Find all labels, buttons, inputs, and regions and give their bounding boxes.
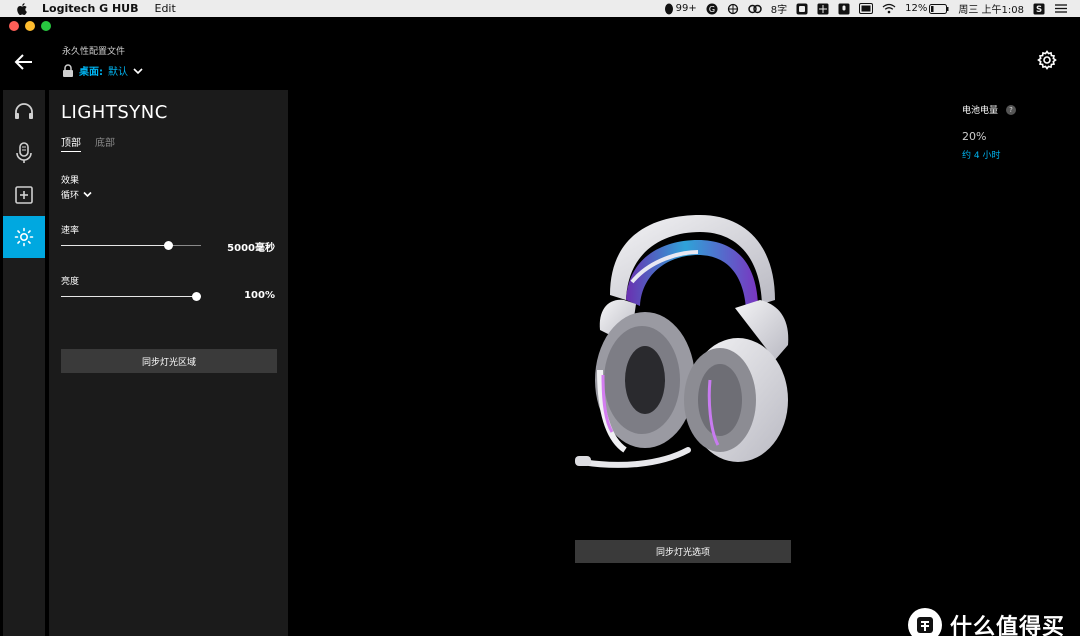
battery-level-label: 电池电量 ? [962, 103, 1017, 116]
speed-label: 速率 [61, 226, 80, 236]
brightness-label: 亮度 [61, 277, 80, 287]
effect-label: 效果 [61, 176, 80, 186]
tab-bottom[interactable]: 底部 [95, 134, 115, 149]
qq-count: 99+ [675, 3, 697, 14]
watermark-text: 什么值得买 [950, 615, 1066, 636]
watermark-logo [908, 608, 942, 636]
gear-icon[interactable] [1037, 50, 1057, 70]
search-icon[interactable]: S [1033, 3, 1045, 15]
sun-light-icon [14, 227, 34, 247]
rail-item-microphone[interactable] [3, 132, 45, 174]
creative-cloud-icon[interactable] [748, 3, 762, 15]
display-icon[interactable] [859, 3, 874, 14]
brightness-slider[interactable] [61, 292, 202, 301]
profile-caption: 永久性配置文件 [62, 47, 126, 57]
rail-item-audio[interactable] [3, 90, 45, 132]
headset-image [575, 215, 789, 468]
brightness-value: 100% [244, 290, 275, 301]
microphone-icon [16, 142, 32, 163]
battery-remaining: 约 4 小时 [962, 151, 1001, 161]
speed-value: 5000毫秒 [227, 243, 275, 254]
sync-lighting-options-button[interactable]: 同步灯光选项 [575, 540, 791, 563]
rail-item-lightsync[interactable] [3, 216, 45, 258]
sync-zone-button[interactable]: 同步灯光区域 [61, 349, 277, 373]
clock[interactable]: 周三 上午1:08 [958, 1, 1024, 16]
input-status[interactable]: 8字 [771, 1, 787, 16]
effect-dropdown[interactable]: 循环 [61, 188, 92, 201]
battery-percent-value: 20% [962, 130, 987, 143]
battery-status-item[interactable]: 12% [905, 3, 949, 14]
battery-percent: 12% [905, 3, 928, 14]
grid-app-icon[interactable] [817, 3, 829, 15]
qq-penguin-icon [664, 3, 673, 14]
profile-name: 默认 [108, 67, 128, 78]
brightness-slider-knob[interactable] [192, 292, 202, 301]
add-square-icon [15, 186, 33, 204]
profile-selector[interactable]: 桌面: 默认 [62, 63, 143, 78]
speed-slider[interactable] [61, 241, 201, 250]
svg-text:G: G [709, 5, 715, 14]
close-window-button[interactable] [9, 21, 19, 31]
profile-prefix: 桌面: [79, 67, 103, 78]
app-window: 永久性配置文件 桌面: 默认 LIGHTSYNC 顶部 底部 效果 循环 速率 … [0, 17, 1080, 636]
lock-icon [63, 64, 73, 77]
chevron-down-icon [83, 191, 92, 198]
back-arrow-icon[interactable] [14, 53, 34, 71]
window-controls [9, 21, 51, 31]
battery-label-text: 电池电量 [962, 106, 999, 116]
network-icon[interactable] [727, 3, 739, 15]
qq-status-item[interactable]: 99+ [664, 3, 697, 15]
wifi-icon[interactable] [882, 3, 896, 14]
rail-item-assignments[interactable] [3, 174, 45, 216]
help-icon[interactable]: ? [1006, 104, 1017, 115]
square-app-icon[interactable] [796, 3, 808, 15]
panel-title: LIGHTSYNC [61, 102, 168, 123]
headphones-icon [15, 103, 33, 119]
app-menu-title[interactable]: Logitech G HUB [42, 2, 139, 15]
menu-bar: Logitech G HUB Edit 99+ G 8字 12% 周三 上午1:… [0, 0, 1080, 17]
tab-top[interactable]: 顶部 [61, 134, 81, 152]
apple-icon[interactable] [16, 2, 28, 15]
minimize-window-button[interactable] [25, 21, 35, 31]
lightsync-panel: LIGHTSYNC 顶部 底部 效果 循环 速率 5000毫秒 亮度 100% … [49, 90, 288, 636]
watermark: 什么值得买 [908, 608, 1065, 636]
speed-slider-fill [61, 245, 169, 246]
zoom-window-button[interactable] [41, 21, 51, 31]
speed-slider-knob[interactable] [164, 241, 174, 250]
battery-icon [929, 3, 949, 14]
device-feature-rail [3, 90, 45, 636]
watermark-logo-glyph [917, 617, 933, 633]
brightness-slider-fill [61, 296, 197, 297]
effect-value: 循环 [61, 191, 80, 201]
chevron-down-icon [133, 67, 143, 74]
mic-app-icon[interactable] [838, 3, 850, 15]
svg-text:S: S [1036, 5, 1042, 15]
control-center-icon[interactable] [1054, 3, 1068, 14]
edit-menu[interactable]: Edit [155, 2, 176, 15]
g-circle-icon[interactable]: G [706, 3, 718, 15]
